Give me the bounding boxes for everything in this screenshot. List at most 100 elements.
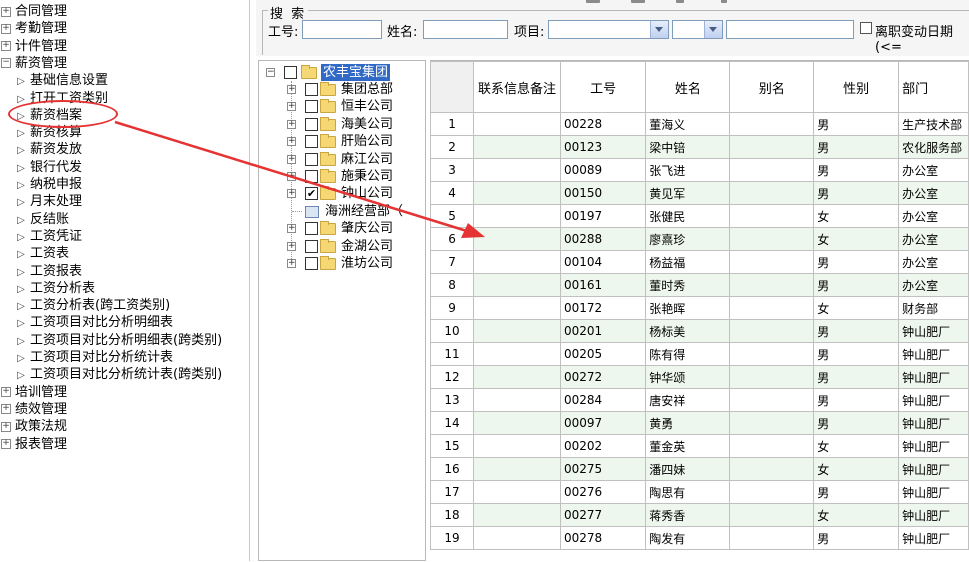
tree-node-label[interactable]: 施秉公司 — [341, 168, 393, 185]
note-cell[interactable] — [473, 319, 561, 343]
name-cell[interactable]: 廖熹珍 — [645, 227, 731, 251]
table-row[interactable]: 9 00172 张艳晖 女财务部 — [430, 296, 969, 320]
dept-cell[interactable]: 办公室 — [898, 250, 969, 274]
table-row[interactable]: 18 00277 蒋秀香 女钟山肥厂 — [430, 503, 969, 527]
id-cell[interactable]: 00097 — [559, 411, 647, 435]
sidebar-item[interactable]: ▷ 基础信息设置 — [16, 72, 108, 89]
note-cell[interactable] — [473, 526, 561, 550]
id-cell[interactable]: 00202 — [559, 434, 647, 458]
table-row[interactable]: 3 00089 张飞进 男办公室 — [430, 158, 969, 182]
row-number[interactable]: 2 — [430, 135, 475, 159]
tree-node-label[interactable]: 恒丰公司 — [341, 98, 393, 115]
plus-icon[interactable]: + — [287, 224, 296, 234]
dept-cell[interactable]: 钟山肥厂 — [898, 411, 969, 435]
id-cell[interactable]: 00104 — [559, 250, 647, 274]
name-cell[interactable]: 蒋秀香 — [645, 503, 731, 527]
dept-cell[interactable]: 办公室 — [898, 273, 969, 297]
tree-checkbox[interactable] — [305, 170, 318, 183]
id-cell[interactable]: 00197 — [559, 204, 647, 228]
column-header-name[interactable]: 姓名 — [645, 61, 731, 113]
name-cell[interactable]: 杨益福 — [645, 250, 731, 274]
chevron-down-icon[interactable] — [704, 21, 722, 38]
id-cell[interactable]: 00228 — [559, 112, 647, 136]
sidebar-item[interactable]: − 薪资管理 — [1, 55, 67, 72]
tree-node-label[interactable]: 海洲经营部（ — [325, 203, 403, 220]
name-cell[interactable]: 董时秀 — [645, 273, 731, 297]
sidebar-item[interactable]: ▷ 工资凭证 — [16, 228, 82, 245]
sex-cell[interactable]: 男 — [813, 411, 900, 435]
sex-cell[interactable]: 男 — [813, 158, 900, 182]
sex-cell[interactable]: 男 — [813, 135, 900, 159]
alias-cell[interactable] — [729, 204, 815, 228]
note-cell[interactable] — [473, 296, 561, 320]
dept-cell[interactable]: 钟山肥厂 — [898, 503, 969, 527]
sidebar-item[interactable]: ▷ 工资项目对比分析明细表(跨类别) — [16, 332, 222, 349]
plus-icon[interactable]: + — [287, 259, 296, 268]
tree-checkbox[interactable] — [305, 152, 318, 166]
tree-node-label[interactable]: 肝贻公司 — [341, 133, 393, 150]
row-number[interactable]: 5 — [430, 204, 475, 228]
sidebar-item[interactable]: + 计件管理 — [1, 38, 67, 55]
tree-checkbox[interactable] — [305, 83, 318, 96]
tree-node-label[interactable]: 金湖公司 — [341, 238, 393, 255]
note-cell[interactable] — [473, 227, 561, 251]
toolbar-icon[interactable] — [631, 0, 645, 3]
id-cell[interactable]: 00277 — [559, 503, 647, 527]
row-number[interactable]: 11 — [430, 342, 475, 366]
row-number[interactable]: 16 — [430, 457, 475, 481]
column-header-sex[interactable]: 性别 — [813, 61, 900, 113]
tree-node-label[interactable]: 麻江公司 — [341, 151, 393, 168]
sidebar-item[interactable]: + 培训管理 — [1, 384, 67, 401]
sidebar-item[interactable]: ▷ 薪资发放 — [16, 141, 82, 158]
dept-cell[interactable]: 钟山肥厂 — [898, 365, 969, 389]
alias-cell[interactable] — [729, 273, 815, 297]
note-cell[interactable] — [473, 342, 561, 366]
id-cell[interactable]: 00288 — [559, 227, 647, 251]
tree-checkbox[interactable] — [305, 135, 318, 149]
tree-checkbox[interactable] — [305, 117, 318, 131]
name-cell[interactable]: 唐安祥 — [645, 388, 731, 412]
dept-cell[interactable]: 农化服务部 — [898, 135, 969, 159]
note-cell[interactable] — [473, 480, 561, 504]
plus-icon[interactable]: + — [287, 137, 296, 147]
name-cell[interactable]: 陶发有 — [645, 526, 731, 550]
tree-node-label[interactable]: 海美公司 — [341, 116, 393, 133]
id-cell[interactable]: 00205 — [559, 342, 647, 366]
id-cell[interactable]: 00275 — [559, 457, 647, 481]
row-number[interactable]: 18 — [430, 503, 475, 527]
note-cell[interactable] — [473, 204, 561, 228]
id-cell[interactable]: 00272 — [559, 365, 647, 389]
alias-cell[interactable] — [729, 296, 815, 320]
alias-cell[interactable] — [729, 227, 815, 251]
alias-cell[interactable] — [729, 457, 815, 481]
row-number[interactable]: 10 — [430, 319, 475, 343]
tree-checkbox[interactable] — [305, 100, 318, 114]
table-row[interactable]: 13 00284 唐安祥 男钟山肥厂 — [430, 388, 969, 412]
dept-cell[interactable]: 财务部 — [898, 296, 969, 320]
note-cell[interactable] — [473, 135, 561, 159]
row-number[interactable]: 12 — [430, 365, 475, 389]
note-cell[interactable] — [473, 250, 561, 274]
note-cell[interactable] — [473, 411, 561, 435]
table-row[interactable]: 16 00275 潘四妹 女钟山肥厂 — [430, 457, 969, 481]
alias-cell[interactable] — [729, 411, 815, 435]
table-row[interactable]: 17 00276 陶思有 男钟山肥厂 — [430, 480, 969, 504]
tree-checkbox[interactable] — [305, 222, 318, 236]
plus-icon[interactable]: + — [287, 189, 296, 199]
row-number[interactable]: 7 — [430, 250, 475, 274]
plus-icon[interactable]: + — [287, 154, 296, 164]
sex-cell[interactable]: 女 — [813, 457, 900, 481]
alias-cell[interactable] — [729, 250, 815, 274]
dept-cell[interactable]: 办公室 — [898, 181, 969, 205]
tree-checkbox[interactable] — [305, 239, 318, 253]
sidebar-item[interactable]: + 报表管理 — [1, 436, 67, 453]
id-cell[interactable]: 00278 — [559, 526, 647, 550]
sex-cell[interactable]: 男 — [813, 181, 900, 205]
id-cell[interactable]: 00276 — [559, 480, 647, 504]
dept-cell[interactable]: 生产技术部 — [898, 112, 969, 136]
sidebar-item[interactable]: ▷ 银行代发 — [16, 159, 82, 176]
name-cell[interactable]: 黄勇 — [645, 411, 731, 435]
sidebar-item[interactable]: ▷ 工资表 — [16, 245, 69, 262]
name-cell[interactable]: 潘四妹 — [645, 457, 731, 481]
sidebar-item[interactable]: ▷ 工资报表 — [16, 263, 82, 280]
